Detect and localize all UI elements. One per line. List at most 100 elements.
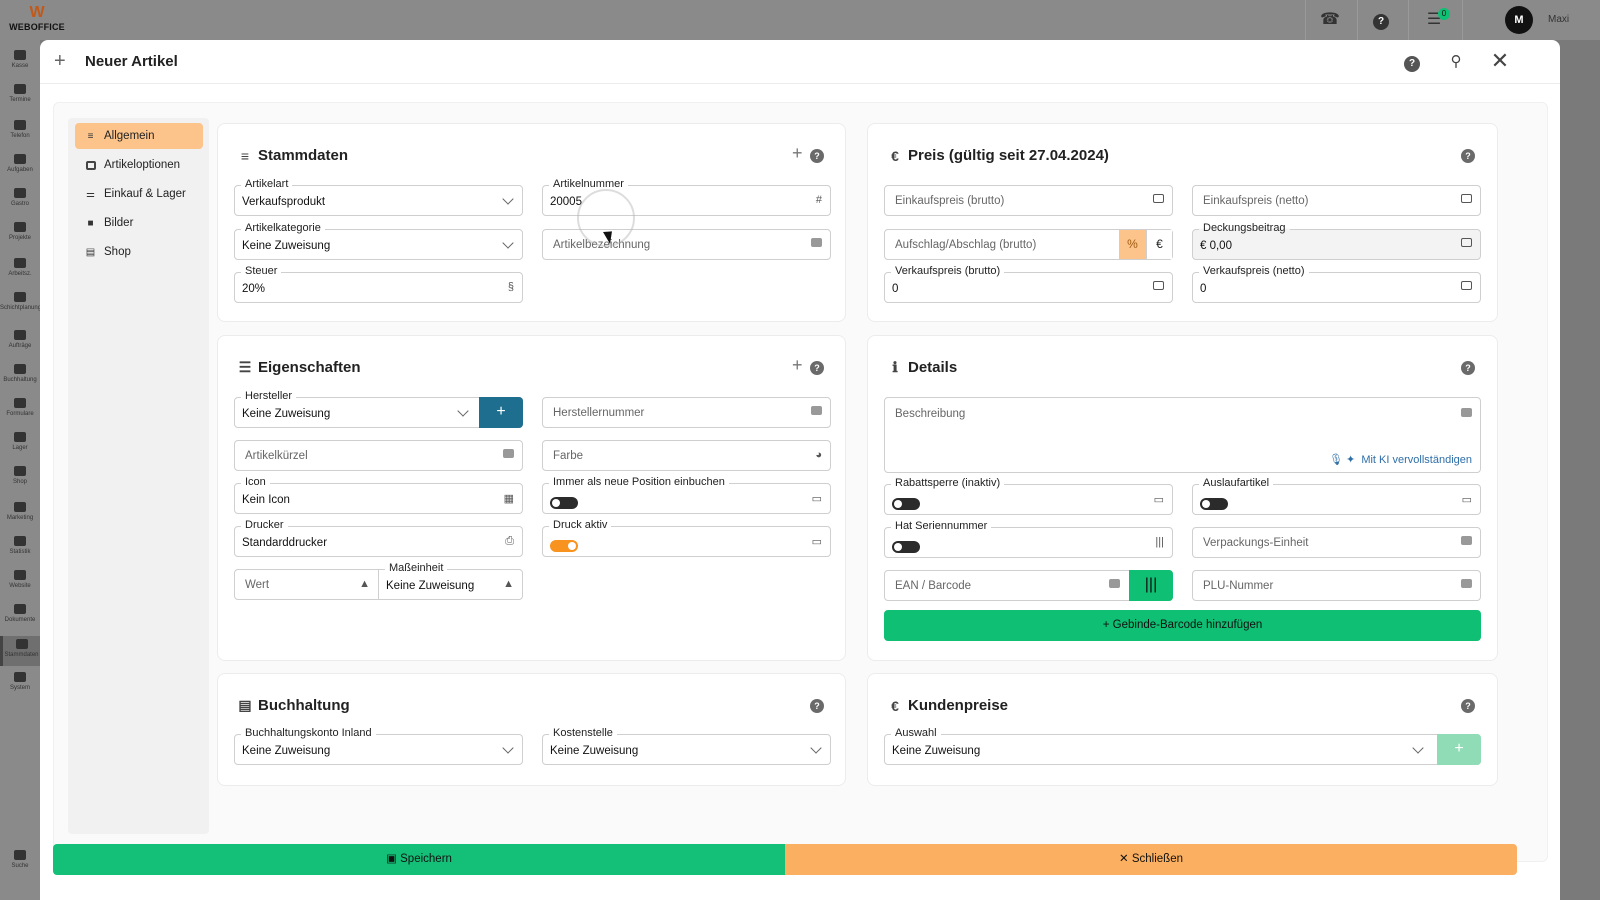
sidebar-item-statistik[interactable]: Statistik bbox=[0, 536, 40, 556]
percent-toggle-button[interactable]: % bbox=[1119, 230, 1146, 259]
euro-toggle-button[interactable]: € bbox=[1146, 230, 1172, 259]
buchhaltungskonto-select[interactable]: Buchhaltungskonto Inland Keine Zuweisung bbox=[234, 727, 523, 765]
sidebar-item-suche[interactable]: Suche bbox=[0, 850, 40, 870]
sidebar-item-arbeitszeit[interactable]: Arbeitsz. bbox=[0, 258, 40, 278]
save-button[interactable]: ▣ Speichern bbox=[53, 844, 785, 875]
phone-icon[interactable]: ☎ bbox=[1316, 6, 1344, 34]
sidebar-item-auftraege[interactable]: Aufträge bbox=[0, 330, 40, 350]
comment-icon bbox=[503, 449, 514, 461]
barcode-scan-button[interactable]: ||| bbox=[1129, 570, 1173, 601]
hash-icon: # bbox=[815, 194, 822, 206]
sidebar-item-formulare[interactable]: Formulare bbox=[0, 398, 40, 418]
help-icon[interactable]: ? bbox=[810, 360, 824, 375]
aufschlag-field[interactable]: Aufschlag/Abschlag (brutto) % € bbox=[884, 229, 1173, 260]
kundenpreis-auswahl-select[interactable]: Auswahl Keine Zuweisung + bbox=[884, 727, 1481, 765]
einkaufspreis-netto-field[interactable]: Einkaufspreis (netto) bbox=[1192, 185, 1481, 216]
sidebar-item-kasse[interactable]: Kasse bbox=[0, 50, 40, 70]
herstellernummer-field[interactable]: Herstellernummer bbox=[542, 397, 831, 428]
nav-item-einkauf-lager[interactable]: ⚌ Einkauf & Lager bbox=[75, 181, 203, 207]
route-icon[interactable]: ⚲ bbox=[1444, 50, 1468, 74]
seriennummer-toggle[interactable] bbox=[892, 541, 920, 553]
hersteller-select[interactable]: Hersteller Keine Zuweisung + bbox=[234, 390, 523, 428]
add-hersteller-button[interactable]: + bbox=[479, 397, 523, 428]
sidebar-item-gastro[interactable]: Gastro bbox=[0, 188, 40, 208]
wert-field[interactable]: Wert ▲ bbox=[234, 569, 379, 600]
sidebar-item-aufgaben[interactable]: Aufgaben bbox=[0, 154, 40, 174]
einkaufspreis-brutto-field[interactable]: Einkaufspreis (brutto) bbox=[884, 185, 1173, 216]
help-icon[interactable]: ? bbox=[1367, 6, 1395, 34]
help-icon[interactable]: ? bbox=[810, 148, 824, 163]
drucker-field[interactable]: Drucker Standarddrucker ⎙ bbox=[234, 519, 523, 557]
immer-neue-position-toggle-field: Immer als neue Position einbuchen ▭ bbox=[542, 476, 831, 514]
ki-complete-link[interactable]: 🎙 ✦ Mit KI vervollständigen bbox=[1329, 453, 1472, 466]
add-icon[interactable]: + bbox=[792, 143, 803, 164]
close-button[interactable]: ✕ Schließen bbox=[785, 844, 1517, 875]
masseinheit-select[interactable]: Maßeinheit Keine Zuweisung ▲ bbox=[378, 562, 523, 600]
form-icon bbox=[14, 398, 26, 408]
money-icon bbox=[1153, 281, 1164, 293]
app-logo[interactable]: W WEBOFFICE bbox=[6, 4, 68, 32]
topbar-divider bbox=[1408, 0, 1409, 40]
sidebar-item-stammdaten[interactable]: Stammdaten bbox=[0, 636, 40, 666]
sidebar-item-marketing[interactable]: Marketing bbox=[0, 502, 40, 522]
sidebar-item-schichtplanung[interactable]: Schichtplanung bbox=[0, 292, 40, 312]
add-icon[interactable]: + bbox=[792, 355, 803, 376]
database-icon: ≡ bbox=[87, 130, 94, 142]
help-icon[interactable]: ? bbox=[1461, 148, 1475, 163]
kostenstelle-select[interactable]: Kostenstelle Keine Zuweisung bbox=[542, 727, 831, 765]
card-title: ☰ Eigenschaften bbox=[238, 359, 361, 376]
chevron-down-icon bbox=[502, 742, 514, 754]
beschreibung-textarea[interactable]: Beschreibung 🎙 ✦ Mit KI vervollständigen bbox=[884, 397, 1481, 473]
topbar-divider bbox=[1357, 0, 1358, 40]
verkaufspreis-netto-field[interactable]: Verkaufspreis (netto) 0 bbox=[1192, 265, 1481, 303]
sidebar-item-termine[interactable]: Termine bbox=[0, 84, 40, 104]
sidebar-item-telefon[interactable]: Telefon bbox=[0, 120, 40, 140]
plu-field[interactable]: PLU-Nummer bbox=[1192, 570, 1481, 601]
icon-field[interactable]: Icon Kein Icon ▦ bbox=[234, 476, 523, 514]
verpackungs-einheit-field[interactable]: Verpackungs-Einheit bbox=[1192, 527, 1481, 558]
close-icon[interactable]: ✕ bbox=[1488, 50, 1512, 74]
sidebar-item-buchhaltung[interactable]: Buchhaltung bbox=[0, 364, 40, 384]
card-stammdaten: ≡ Stammdaten + ? Artikelart Verkaufsprodu… bbox=[217, 123, 846, 322]
sidebar-item-projekte[interactable]: Projekte bbox=[0, 222, 40, 242]
add-kundenpreis-button[interactable]: + bbox=[1437, 734, 1481, 765]
sidebar-item-shop[interactable]: Shop bbox=[0, 466, 40, 486]
tasks-badge: 0 bbox=[1438, 8, 1450, 20]
sidebar-item-website[interactable]: Website bbox=[0, 570, 40, 590]
user-name[interactable]: Maxi bbox=[1548, 14, 1569, 25]
save-icon: ▣ bbox=[386, 853, 397, 865]
help-icon[interactable]: ? bbox=[1461, 360, 1475, 375]
phone-icon bbox=[14, 120, 26, 130]
topbar-divider bbox=[1462, 0, 1463, 40]
ean-field[interactable]: EAN / Barcode ||| bbox=[884, 570, 1173, 601]
artikelkuerzel-field[interactable]: Artikelkürzel bbox=[234, 440, 523, 471]
chart-icon bbox=[14, 536, 26, 546]
nav-item-allgemein[interactable]: ≡ Allgemein bbox=[75, 123, 203, 149]
help-icon[interactable]: ? bbox=[810, 698, 824, 713]
topbar-divider bbox=[1305, 0, 1306, 40]
add-gebinde-barcode-button[interactable]: + Gebinde-Barcode hinzufügen bbox=[884, 610, 1481, 641]
help-icon[interactable]: ? bbox=[1461, 698, 1475, 713]
rabattsperre-toggle[interactable] bbox=[892, 498, 920, 510]
artikelart-select[interactable]: Artikelart Verkaufsprodukt bbox=[234, 178, 523, 216]
list-check-icon: ☰ bbox=[238, 359, 252, 375]
immer-neue-position-toggle[interactable] bbox=[550, 497, 578, 509]
sidebar-item-lager[interactable]: Lager bbox=[0, 432, 40, 452]
nav-item-artikeloptionen[interactable]: Artikeloptionen bbox=[75, 152, 203, 178]
sidebar-item-dokumente[interactable]: Dokumente bbox=[0, 604, 40, 624]
plus-icon: + bbox=[54, 50, 66, 72]
dialog-help-button[interactable]: ? bbox=[1400, 50, 1424, 74]
euro-icon: € bbox=[891, 697, 899, 714]
sliders-icon: ⚌ bbox=[86, 188, 95, 200]
chevron-down-icon bbox=[457, 405, 469, 417]
auslaufartikel-toggle[interactable] bbox=[1200, 498, 1228, 510]
verkaufspreis-brutto-field[interactable]: Verkaufspreis (brutto) 0 bbox=[884, 265, 1173, 303]
steuer-field[interactable]: Steuer 20% § bbox=[234, 265, 523, 303]
nav-item-bilder[interactable]: ■ Bilder bbox=[75, 210, 203, 236]
nav-item-shop[interactable]: ▤ Shop bbox=[75, 239, 203, 265]
artikelkategorie-select[interactable]: Artikelkategorie Keine Zuweisung bbox=[234, 222, 523, 260]
avatar[interactable]: M bbox=[1505, 6, 1533, 34]
druck-aktiv-toggle[interactable] bbox=[550, 540, 578, 552]
farbe-field[interactable]: Farbe ◕ bbox=[542, 440, 831, 471]
sidebar-item-system[interactable]: System bbox=[0, 672, 40, 692]
